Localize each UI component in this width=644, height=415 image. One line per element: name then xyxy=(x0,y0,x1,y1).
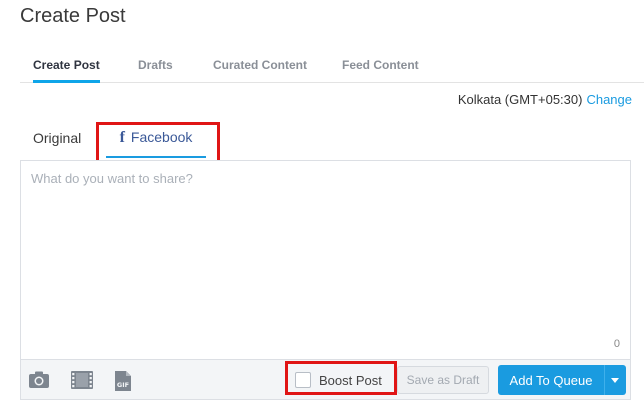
gif-icon[interactable]: GIF xyxy=(113,370,133,397)
timezone-label: Kolkata (GMT+05:30) xyxy=(457,92,583,107)
boost-post-label: Boost Post xyxy=(319,372,382,388)
top-tab-bar: Create Post Drafts Curated Content Feed … xyxy=(20,50,644,83)
post-content-input[interactable] xyxy=(21,161,630,346)
add-to-queue-dropdown-icon[interactable] xyxy=(604,365,626,395)
network-tab-facebook[interactable]: f Facebook xyxy=(106,122,206,158)
video-icon[interactable] xyxy=(70,370,94,395)
svg-text:GIF: GIF xyxy=(117,381,129,389)
timezone-change-link[interactable]: Change xyxy=(586,92,632,107)
tab-feed-content[interactable]: Feed Content xyxy=(342,50,419,81)
character-count: 0 xyxy=(613,338,620,350)
network-tab-facebook-label: Facebook xyxy=(130,129,193,145)
camera-icon[interactable] xyxy=(28,370,50,395)
tab-drafts[interactable]: Drafts xyxy=(138,50,173,81)
tab-curated-content[interactable]: Curated Content xyxy=(213,50,307,81)
network-tab-original[interactable]: Original xyxy=(33,130,81,146)
timezone-row: Kolkata (GMT+05:30) Change xyxy=(458,92,632,107)
post-editor: 0 xyxy=(20,160,631,360)
facebook-icon: f xyxy=(119,129,125,146)
tab-create-post[interactable]: Create Post xyxy=(33,50,100,83)
page-title: Create Post xyxy=(20,5,126,27)
add-to-queue-button[interactable]: Add To Queue xyxy=(498,365,604,395)
save-as-draft-button[interactable]: Save as Draft xyxy=(397,366,489,394)
boost-post-toggle[interactable]: Boost Post xyxy=(295,369,382,391)
boost-post-checkbox[interactable] xyxy=(295,372,311,388)
